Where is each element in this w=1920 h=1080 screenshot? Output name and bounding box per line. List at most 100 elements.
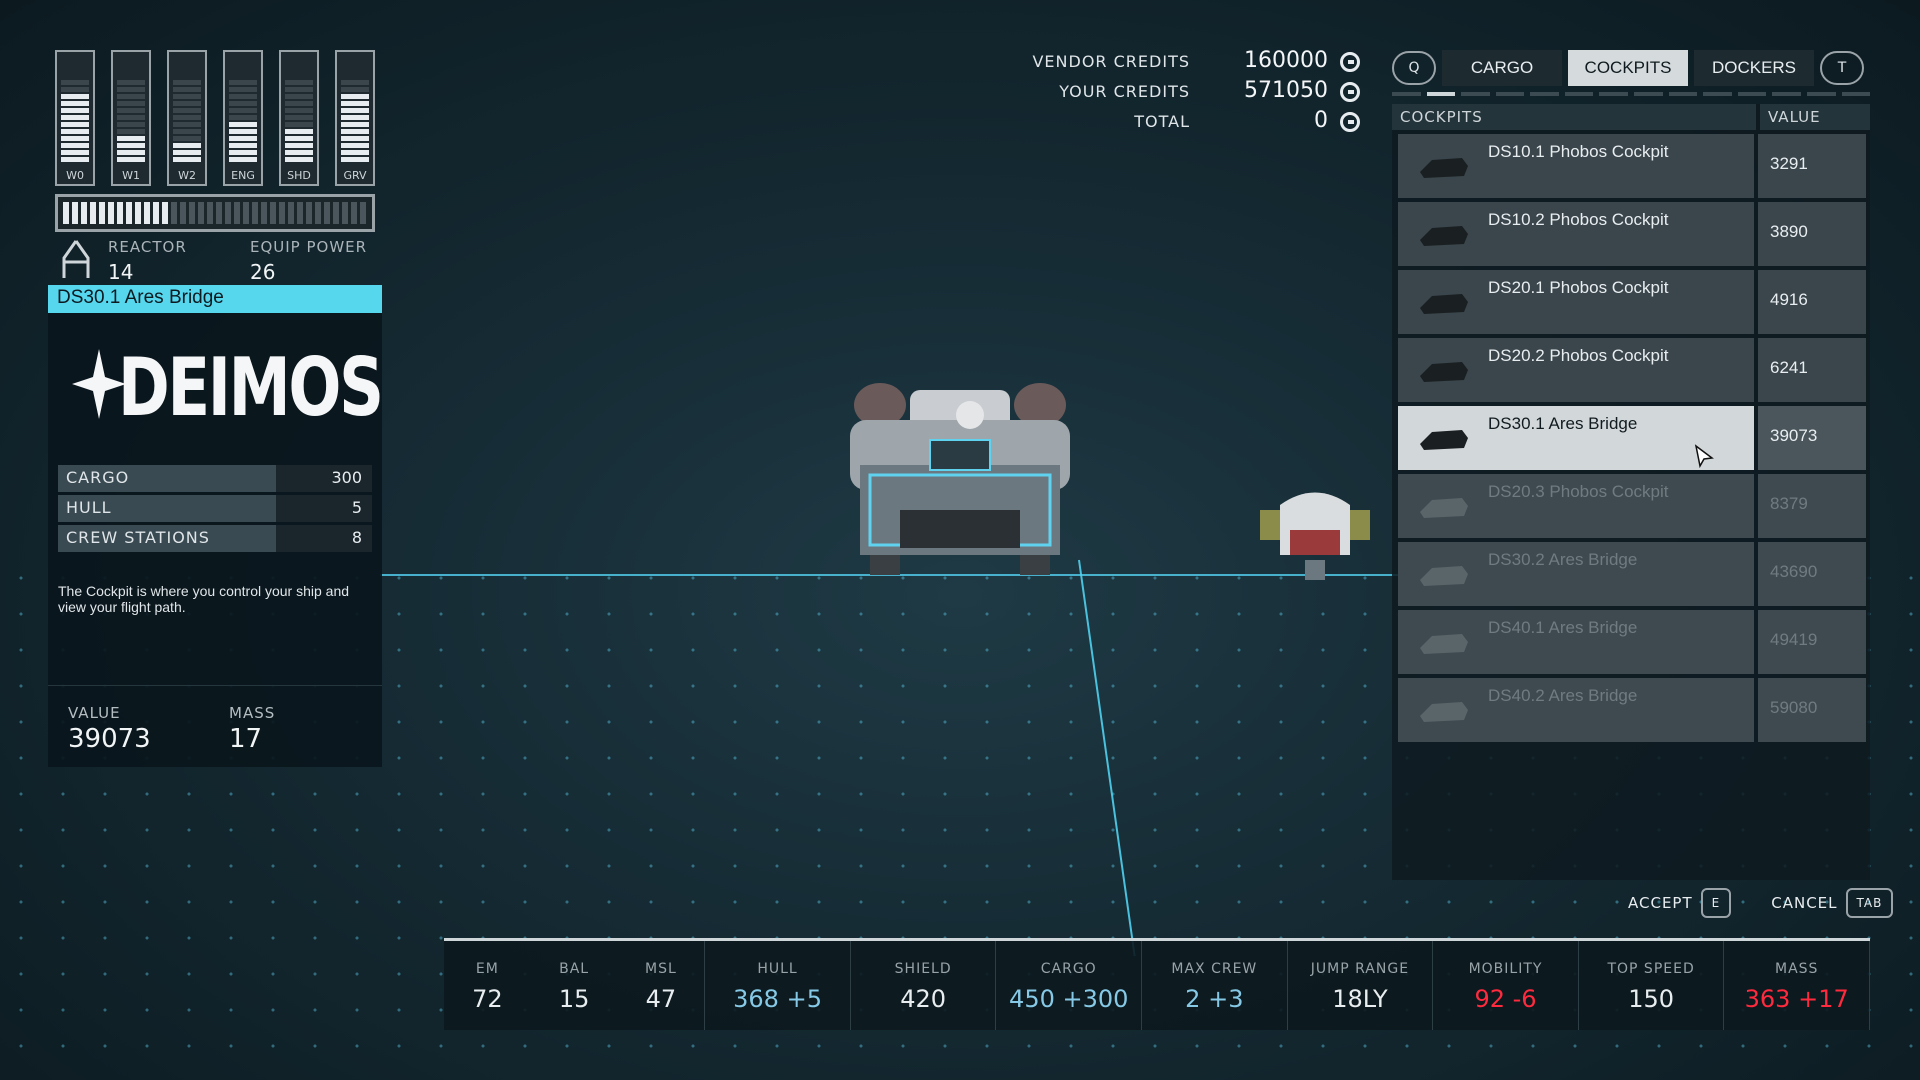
power-cell [341,129,369,134]
power-bar-label: W2 [178,169,196,182]
reactor-cell [234,202,240,224]
stat-value: 47 [618,985,705,1013]
item-value: 4916 [1758,270,1866,334]
power-bar-grv[interactable]: GRV [335,50,375,186]
value-amount: 39073 [68,724,151,754]
stat-number: 368 [733,985,779,1013]
reactor-cell [306,202,312,224]
power-bar-w2[interactable]: W2 [167,50,207,186]
power-cell [61,157,89,162]
module-info-panel: DS30.1 Ares Bridge DEIMOS CARGO 300 HULL 5 C… [48,285,384,767]
tab-cockpits[interactable]: COCKPITS [1568,50,1688,86]
accept-button[interactable]: ACCEPT [1628,894,1693,912]
credit-value: 0 [1314,108,1328,133]
item-name-cell: DS10.2 Phobos Cockpit [1398,202,1754,266]
stat-label: EM [475,961,499,977]
item-value: 3890 [1758,202,1866,266]
stat-max-crew: MAX CREW 2 +3 [1142,941,1288,1030]
reactor-cell [315,202,321,224]
cancel-button[interactable]: CANCEL [1771,894,1837,912]
power-cell [229,122,257,127]
power-allocation: W0 W1 W2 ENG SHD GRV [55,50,375,186]
item-name-cell: DS30.1 Ares Bridge [1398,406,1754,470]
mouse-cursor-icon [1694,444,1714,468]
power-cells [173,58,201,162]
stat-jump-range: JUMP RANGE 18LY [1288,941,1434,1030]
column-header-value: VALUE [1760,104,1870,130]
power-bar-eng[interactable]: ENG [223,50,263,186]
credit-value: 571050 [1244,78,1328,103]
power-cell [117,115,145,120]
power-cell [229,129,257,134]
list-item[interactable]: DS20.2 Phobos Cockpit 6241 [1398,338,1870,402]
power-cell [229,150,257,155]
reactor-meter [55,194,375,232]
stat-label: MSL [644,961,677,977]
power-cell [173,129,201,134]
reactor-cell [135,202,141,224]
stat-bal: BAL 15 [531,941,618,1030]
power-cell [229,101,257,106]
power-cell [341,80,369,85]
item-name: DS20.3 Phobos Cockpit [1488,482,1669,501]
stat-number: 150 [1628,985,1675,1013]
power-bar-w0[interactable]: W0 [55,50,95,186]
power-cell [61,101,89,106]
stat-hull: HULL 368 +5 [705,941,851,1030]
prev-tab-key[interactable]: Q [1392,51,1436,85]
list-item[interactable]: DS20.1 Phobos Cockpit 4916 [1398,270,1870,334]
stat-label: SHIELD [894,961,952,977]
stat-mobility: MOBILITY 92 -6 [1433,941,1579,1030]
power-cell [285,122,313,127]
stat-delta: +5 [786,985,822,1013]
reactor-cell [207,202,213,224]
stat-number: 92 [1474,985,1505,1013]
power-cell [285,101,313,106]
credit-row: YOUR CREDITS 571050 [1020,78,1360,108]
cockpit-thumbnail-icon [1420,498,1468,518]
reactor-cell [72,202,78,224]
credits-icon [1340,82,1360,102]
cancel-key[interactable]: TAB [1845,888,1894,918]
list-item[interactable]: DS10.1 Phobos Cockpit 3291 [1398,134,1870,198]
tab-dockers[interactable]: DOCKERS [1694,50,1814,86]
list-item[interactable]: DS30.1 Ares Bridge 39073 [1398,406,1870,470]
stat-em: EM 72 [444,941,531,1030]
stat-label: CARGO [1040,961,1097,977]
power-bar-w1[interactable]: W1 [111,50,151,186]
credit-row: TOTAL 0 [1020,108,1360,138]
stat-label: MAX CREW [1171,961,1258,977]
power-bar-label: W1 [122,169,140,182]
credit-value: 160000 [1244,48,1328,73]
next-tab-key[interactable]: T [1820,51,1864,85]
power-cell [117,80,145,85]
tab-cargo[interactable]: CARGO [1442,50,1562,86]
power-cell [117,122,145,127]
reactor-cell [297,202,303,224]
ship-model[interactable] [820,370,1100,590]
stat-value: 368 +5 [705,985,850,1013]
stat-label: JUMP RANGE [1310,961,1410,977]
power-bar-shd[interactable]: SHD [279,50,319,186]
power-cell [61,136,89,141]
item-value: 6241 [1758,338,1866,402]
power-bar-label: GRV [343,169,367,182]
power-bar-label: W0 [66,169,84,182]
list-header: COCKPITS VALUE [1392,104,1870,130]
reactor-cell [261,202,267,224]
item-name: DS20.2 Phobos Cockpit [1488,346,1669,365]
list-item[interactable]: DS10.2 Phobos Cockpit 3890 [1398,202,1870,266]
item-name-cell: DS40.2 Ares Bridge [1398,678,1754,742]
cockpit-thumbnail-icon [1420,702,1468,722]
power-cell [173,115,201,120]
reactor-cell [243,202,249,224]
stat-top-speed: TOP SPEED 150 [1579,941,1725,1030]
module-stats: CARGO 300 HULL 5 CREW STATIONS 8 [58,465,372,555]
stat-label: HULL [58,495,276,522]
accept-key[interactable]: E [1700,888,1732,918]
power-cells [229,58,257,162]
power-cell [341,157,369,162]
power-cell [341,94,369,99]
credit-label: VENDOR CREDITS [1032,52,1190,71]
power-cell [229,80,257,85]
